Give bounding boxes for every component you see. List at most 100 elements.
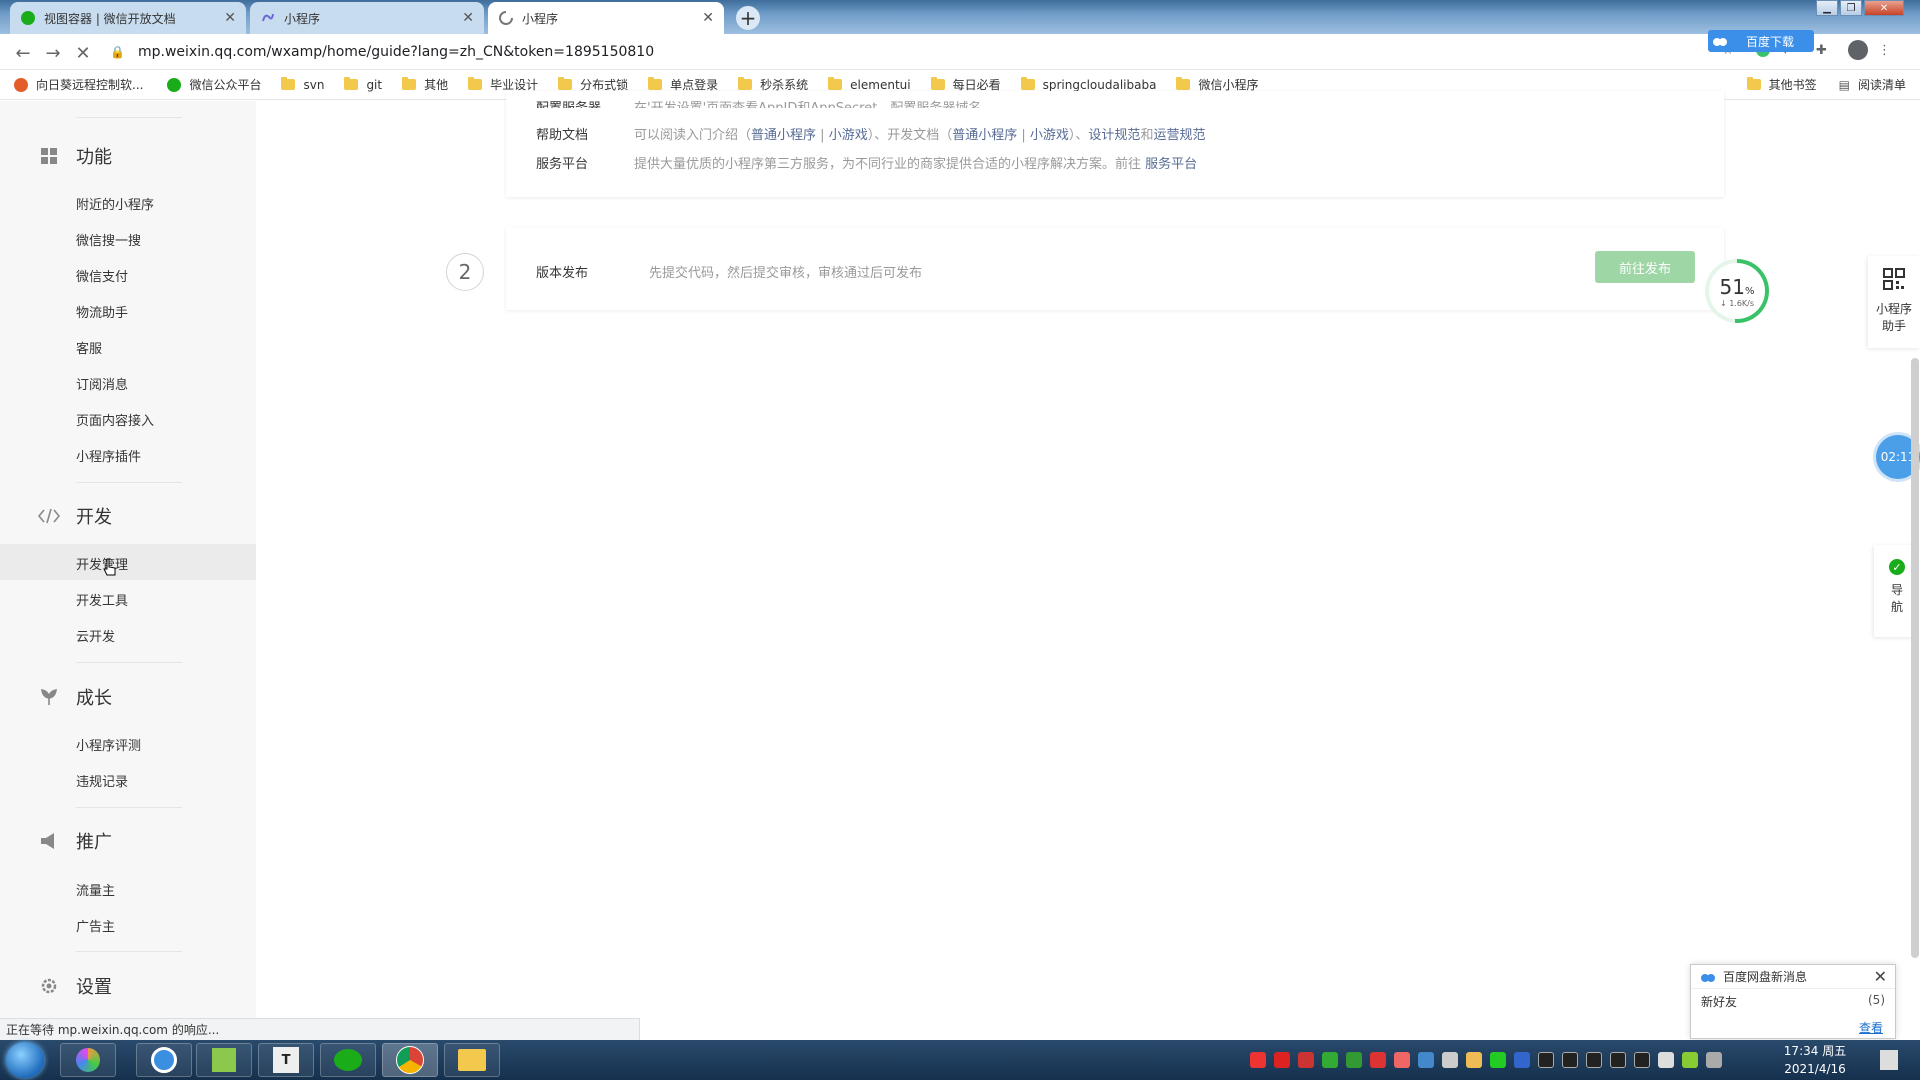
sidebar-item-traffic-owner[interactable]: 流量主 (76, 880, 115, 899)
address-bar[interactable]: 🔒 mp.weixin.qq.com/wxamp/home/guide?lang… (110, 39, 1700, 65)
tray-icon[interactable] (1682, 1052, 1698, 1068)
sidebar-section-growth[interactable]: 成长 (38, 684, 112, 710)
volume-icon[interactable] (1658, 1052, 1674, 1068)
notification-count: (5) (1868, 993, 1885, 1007)
taskbar-app-browser[interactable] (136, 1043, 192, 1077)
link-service-platform[interactable]: 服务平台 (1145, 157, 1197, 172)
link-ops-guide[interactable]: 运营规范 (1153, 128, 1205, 143)
start-button[interactable] (6, 1042, 44, 1078)
close-icon[interactable]: ✕ (702, 10, 714, 26)
sidebar-item-search[interactable]: 微信搜一搜 (76, 230, 141, 249)
system-clock[interactable]: 17:34 周五 2021/4/16 (1770, 1042, 1860, 1078)
puzzle-icon[interactable]: ✚ (1816, 43, 1838, 58)
new-tab-button[interactable]: + (736, 6, 760, 30)
tray-icon[interactable] (1562, 1052, 1578, 1068)
main-content: 配置服务器 在'开发设置'页面查看AppID和AppSecret，配置服务器域名… (256, 91, 1920, 1018)
menu-kebab-icon[interactable]: ⋮ (1878, 43, 1898, 58)
link-intro-miniprogram[interactable]: 普通小程序 (751, 128, 816, 143)
bookmark-item[interactable]: 微信公众平台 (167, 76, 261, 93)
taskbar-app-butterfly[interactable] (60, 1043, 116, 1077)
minimize-button[interactable]: ▁ (1816, 0, 1838, 16)
bookmark-folder[interactable]: elementui (828, 77, 911, 92)
close-icon[interactable]: ✕ (462, 10, 474, 26)
tray-icon[interactable] (1346, 1052, 1362, 1068)
tray-icon[interactable] (1442, 1052, 1458, 1068)
tray-icon[interactable] (1634, 1052, 1650, 1068)
row-server-config: 配置服务器 在'开发设置'页面查看AppID和AppSecret，配置服务器域名 (536, 97, 981, 108)
page-scrollbar[interactable] (1911, 358, 1919, 958)
tray-icon[interactable] (1514, 1052, 1530, 1068)
sidebar-item-subscribe[interactable]: 订阅消息 (76, 374, 128, 393)
tray-icon[interactable] (1490, 1052, 1506, 1068)
sidebar-section-settings[interactable]: 设置 (38, 973, 112, 999)
view-link[interactable]: 查看 (1859, 1019, 1883, 1036)
divider (76, 807, 182, 808)
sidebar-item-violations[interactable]: 违规记录 (76, 771, 128, 790)
back-arrow-icon[interactable]: ← (12, 42, 34, 64)
tray-icon[interactable] (1274, 1052, 1290, 1068)
bookmark-folder[interactable]: git (344, 77, 382, 92)
sidebar-item-content-access[interactable]: 页面内容接入 (76, 410, 154, 429)
sidebar-item-logistics[interactable]: 物流助手 (76, 302, 128, 321)
tray-icon[interactable] (1586, 1052, 1602, 1068)
action-center-icon[interactable] (1880, 1050, 1898, 1070)
sidebar-item-customer-service[interactable]: 客服 (76, 338, 102, 357)
link-design-guide[interactable]: 设计规范 (1088, 128, 1140, 143)
network-icon[interactable] (1706, 1052, 1722, 1068)
restore-button[interactable]: ❐ (1840, 0, 1862, 16)
miniprogram-helper-panel[interactable]: 小程序 助手 (1868, 256, 1920, 348)
bookmark-folder[interactable]: svn (281, 77, 324, 92)
sidebar-section-dev[interactable]: 开发 (38, 503, 112, 529)
sidebar-item-evaluation[interactable]: 小程序评测 (76, 735, 141, 754)
tab-wechat-docs[interactable]: 视图容器 | 微信开放文档 ✕ (10, 2, 246, 34)
tray-icon[interactable] (1394, 1052, 1410, 1068)
tray-icon[interactable] (1538, 1052, 1554, 1068)
window-close-button[interactable]: ✕ (1864, 0, 1904, 16)
sidebar-item-cloud-dev[interactable]: 云开发 (76, 626, 115, 645)
tray-icon[interactable] (1466, 1052, 1482, 1068)
sidebar-item-dev-manage[interactable]: 开发管理 (76, 554, 128, 573)
reading-list[interactable]: ▤ 阅读清单 (1839, 76, 1906, 93)
qrcode-icon (1883, 268, 1905, 290)
tab-miniprogram-2[interactable]: 小程序 ✕ (488, 2, 724, 34)
publish-button[interactable]: 前往发布 (1595, 251, 1695, 283)
bookmark-folder[interactable]: 其他 (402, 76, 448, 93)
bookmark-item[interactable]: 向日葵远程控制软... (14, 76, 143, 93)
link-docs-miniprogram[interactable]: 普通小程序 (952, 128, 1017, 143)
bookmark-folder-other[interactable]: 其他书签 (1746, 76, 1817, 93)
forward-arrow-icon[interactable]: → (42, 42, 64, 64)
sidebar-item-pay[interactable]: 微信支付 (76, 266, 128, 285)
divider (76, 482, 182, 483)
stop-icon[interactable]: ✕ (72, 42, 94, 64)
profile-avatar-icon[interactable] (1848, 40, 1868, 60)
taskbar-app-typora[interactable]: T (258, 1043, 314, 1077)
close-icon[interactable]: ✕ (1874, 967, 1887, 986)
loading-spinner-icon (498, 10, 514, 26)
tray-icon[interactable] (1322, 1052, 1338, 1068)
tray-icon[interactable] (1250, 1052, 1266, 1068)
link-intro-minigame[interactable]: 小游戏 (829, 128, 868, 143)
taskbar-app-chrome[interactable] (382, 1043, 438, 1077)
taskbar-app-chart[interactable] (196, 1043, 252, 1077)
sidebar-section-features[interactable]: 功能 (38, 143, 112, 169)
sidebar-item-advertiser[interactable]: 广告主 (76, 916, 115, 935)
tray-icon[interactable] (1370, 1052, 1386, 1068)
close-icon[interactable]: ✕ (224, 10, 236, 26)
network-speed-widget[interactable]: 51% ↓ 1.6K/s (1705, 259, 1769, 323)
sidebar-section-promo[interactable]: 推广 (38, 828, 112, 854)
tray-icon[interactable] (1610, 1052, 1626, 1068)
tab-miniprogram-1[interactable]: 小程序 ✕ (250, 2, 484, 34)
taskbar-app-wechat[interactable] (320, 1043, 376, 1077)
sidebar-item-nearby[interactable]: 附近的小程序 (76, 194, 154, 213)
bookmark-folder[interactable]: springcloudalibaba (1020, 77, 1156, 92)
taskbar-app-explorer[interactable] (444, 1043, 500, 1077)
tray-icon[interactable] (1298, 1052, 1314, 1068)
tab-title: 小程序 (284, 11, 321, 26)
sidebar-item-dev-tools[interactable]: 开发工具 (76, 590, 128, 609)
sidebar-item-plugins[interactable]: 小程序插件 (76, 446, 141, 465)
tray-icon[interactable] (1418, 1052, 1434, 1068)
link-docs-minigame[interactable]: 小游戏 (1030, 128, 1069, 143)
url-text: mp.weixin.qq.com/wxamp/home/guide?lang=z… (138, 44, 655, 60)
baidu-download-badge[interactable]: 百度下载 (1708, 30, 1814, 52)
section-title: 开发 (76, 507, 112, 528)
